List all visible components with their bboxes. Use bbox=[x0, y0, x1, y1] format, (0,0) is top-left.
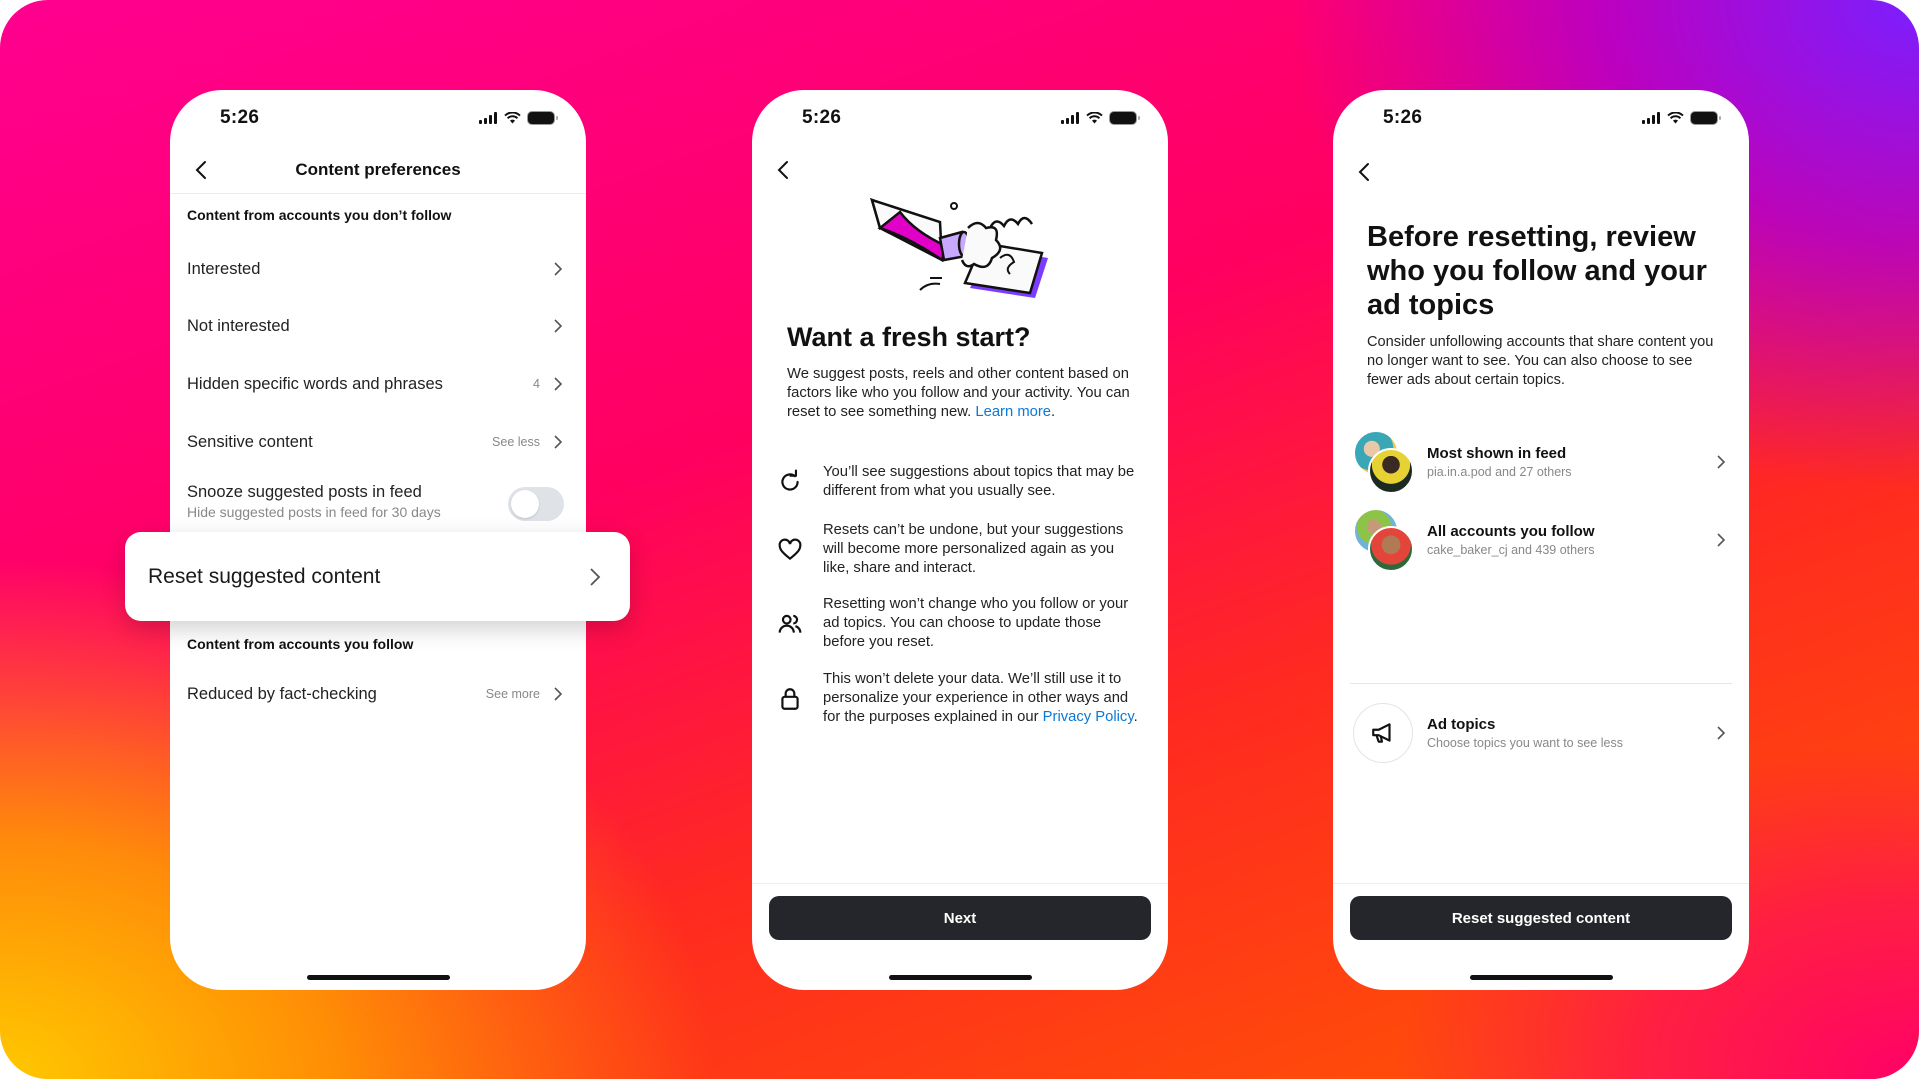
signal-icon bbox=[1642, 112, 1660, 124]
menu-item-label: Not interested bbox=[187, 316, 290, 335]
menu-item-not-interested[interactable]: Not interested bbox=[170, 301, 586, 351]
info-item-topics: You’ll see suggestions about topics that… bbox=[777, 463, 1144, 501]
snooze-label: Snooze suggested posts in feed bbox=[187, 483, 422, 501]
wifi-icon bbox=[1667, 112, 1684, 124]
status-time: 5:26 bbox=[802, 107, 842, 128]
section-header-dont-follow: Content from accounts you don’t follow bbox=[187, 207, 452, 223]
sensitive-content-value: See less bbox=[492, 435, 540, 449]
period: . bbox=[1051, 404, 1056, 420]
divider bbox=[1350, 683, 1732, 684]
pencil-eraser-illustration bbox=[870, 198, 1048, 298]
ad-topics-icon-circle bbox=[1353, 703, 1413, 763]
description-text: We suggest posts, reels and other conten… bbox=[787, 366, 1130, 420]
row-title: All accounts you follow bbox=[1427, 523, 1595, 540]
menu-item-hidden-words[interactable]: Hidden specific words and phrases 4 bbox=[170, 359, 586, 409]
wifi-icon bbox=[504, 112, 521, 124]
info-item-follow: Resetting won’t change who you follow or… bbox=[777, 595, 1144, 652]
nav-header: Content preferences bbox=[170, 146, 586, 194]
heart-icon bbox=[778, 538, 802, 560]
wifi-icon bbox=[1086, 112, 1103, 124]
phone-review-before-reset: 5:26 Before resetting, review who you fo… bbox=[1333, 90, 1749, 990]
lock-icon bbox=[781, 687, 799, 710]
status-bar: 5:26 bbox=[170, 90, 586, 140]
page-title: Content preferences bbox=[295, 160, 461, 179]
info-item-undo: Resets can’t be undone, but your suggest… bbox=[777, 521, 1144, 578]
chevron-right-icon bbox=[554, 262, 563, 276]
row-subtitle: cake_baker_cj and 439 others bbox=[1427, 543, 1595, 557]
menu-item-label: Sensitive content bbox=[187, 432, 313, 451]
avatar-stack bbox=[1353, 430, 1415, 494]
footer-divider bbox=[1333, 883, 1749, 884]
fact-checking-value: See more bbox=[485, 687, 540, 701]
row-title: Most shown in feed bbox=[1427, 445, 1567, 462]
all-accounts-you-follow-row[interactable]: All accounts you follow cake_baker_cj an… bbox=[1353, 507, 1727, 573]
menu-item-fact-checking[interactable]: Reduced by fact-checking See more bbox=[170, 669, 586, 719]
people-icon bbox=[778, 614, 802, 633]
ad-topics-row[interactable]: Ad topics Choose topics you want to see … bbox=[1353, 700, 1727, 766]
chevron-right-icon bbox=[1717, 455, 1726, 469]
signal-icon bbox=[479, 112, 497, 124]
status-bar: 5:26 bbox=[1333, 90, 1749, 140]
menu-item-label: Hidden specific words and phrases bbox=[187, 374, 443, 393]
menu-item-sensitive-content[interactable]: Sensitive content See less bbox=[170, 417, 586, 467]
privacy-policy-link[interactable]: Privacy Policy bbox=[1043, 709, 1134, 725]
battery-icon bbox=[528, 112, 558, 124]
menu-item-label: Reduced by fact-checking bbox=[187, 684, 377, 703]
next-button[interactable]: Next bbox=[769, 896, 1151, 940]
avatar-stack bbox=[1353, 508, 1415, 572]
chevron-right-icon bbox=[1717, 726, 1726, 740]
period: . bbox=[1133, 709, 1138, 725]
home-indicator bbox=[307, 975, 450, 980]
snooze-toggle[interactable] bbox=[508, 487, 564, 521]
megaphone-icon bbox=[1372, 723, 1391, 743]
info-item-data: This won’t delete your data. We’ll still… bbox=[777, 670, 1144, 727]
chevron-right-icon bbox=[590, 567, 601, 586]
phone-fresh-start: 5:26 Want a fresh start? We suggest post… bbox=[752, 90, 1168, 990]
reset-suggested-content-button[interactable]: Reset suggested content bbox=[1350, 896, 1732, 940]
info-text: This won’t delete your data. We’ll still… bbox=[823, 670, 1144, 727]
chevron-right-icon bbox=[554, 687, 563, 701]
battery-icon bbox=[1691, 112, 1721, 124]
info-text: Resets can’t be undone, but your suggest… bbox=[823, 522, 1124, 576]
row-subtitle: Choose topics you want to see less bbox=[1427, 736, 1623, 750]
status-bar: 5:26 bbox=[752, 90, 1168, 140]
signal-icon bbox=[1061, 112, 1079, 124]
chevron-right-icon bbox=[554, 377, 563, 391]
chevron-right-icon bbox=[1717, 533, 1726, 547]
avatar bbox=[1368, 526, 1414, 572]
footer-divider bbox=[752, 883, 1168, 884]
home-indicator bbox=[889, 975, 1032, 980]
chevron-right-icon bbox=[554, 435, 563, 449]
refresh-icon bbox=[781, 469, 799, 491]
page-title: Want a fresh start? bbox=[787, 322, 1031, 352]
review-description: Consider unfollowing accounts that share… bbox=[1367, 334, 1714, 388]
back-chevron-icon[interactable] bbox=[1353, 160, 1377, 184]
row-title: Ad topics bbox=[1427, 716, 1496, 733]
home-indicator bbox=[1470, 975, 1613, 980]
menu-item-interested[interactable]: Interested bbox=[170, 244, 586, 294]
row-subtitle: pia.in.a.pod and 27 others bbox=[1427, 465, 1572, 479]
most-shown-in-feed-row[interactable]: Most shown in feed pia.in.a.pod and 27 o… bbox=[1353, 429, 1727, 495]
status-time: 5:26 bbox=[1383, 107, 1423, 128]
section-header-follow: Content from accounts you follow bbox=[187, 636, 414, 652]
learn-more-link[interactable]: Learn more bbox=[975, 404, 1051, 420]
snooze-suggested-posts-row: Snooze suggested posts in feed Hide sugg… bbox=[187, 483, 564, 533]
fresh-start-description: We suggest posts, reels and other conten… bbox=[787, 365, 1140, 422]
chevron-right-icon bbox=[554, 319, 563, 333]
reset-item-label: Reset suggested content bbox=[148, 564, 381, 588]
reset-suggested-content-item[interactable]: Reset suggested content bbox=[125, 532, 630, 621]
back-chevron-icon[interactable] bbox=[772, 158, 796, 182]
menu-item-label: Interested bbox=[187, 259, 261, 278]
info-text: You’ll see suggestions about topics that… bbox=[823, 464, 1135, 499]
info-text: Resetting won’t change who you follow or… bbox=[823, 596, 1129, 650]
status-time: 5:26 bbox=[220, 107, 260, 128]
avatar bbox=[1368, 448, 1414, 494]
battery-icon bbox=[1110, 112, 1140, 124]
hidden-words-count: 4 bbox=[533, 377, 540, 391]
page-title: Before resetting, review who you follow … bbox=[1367, 221, 1707, 321]
